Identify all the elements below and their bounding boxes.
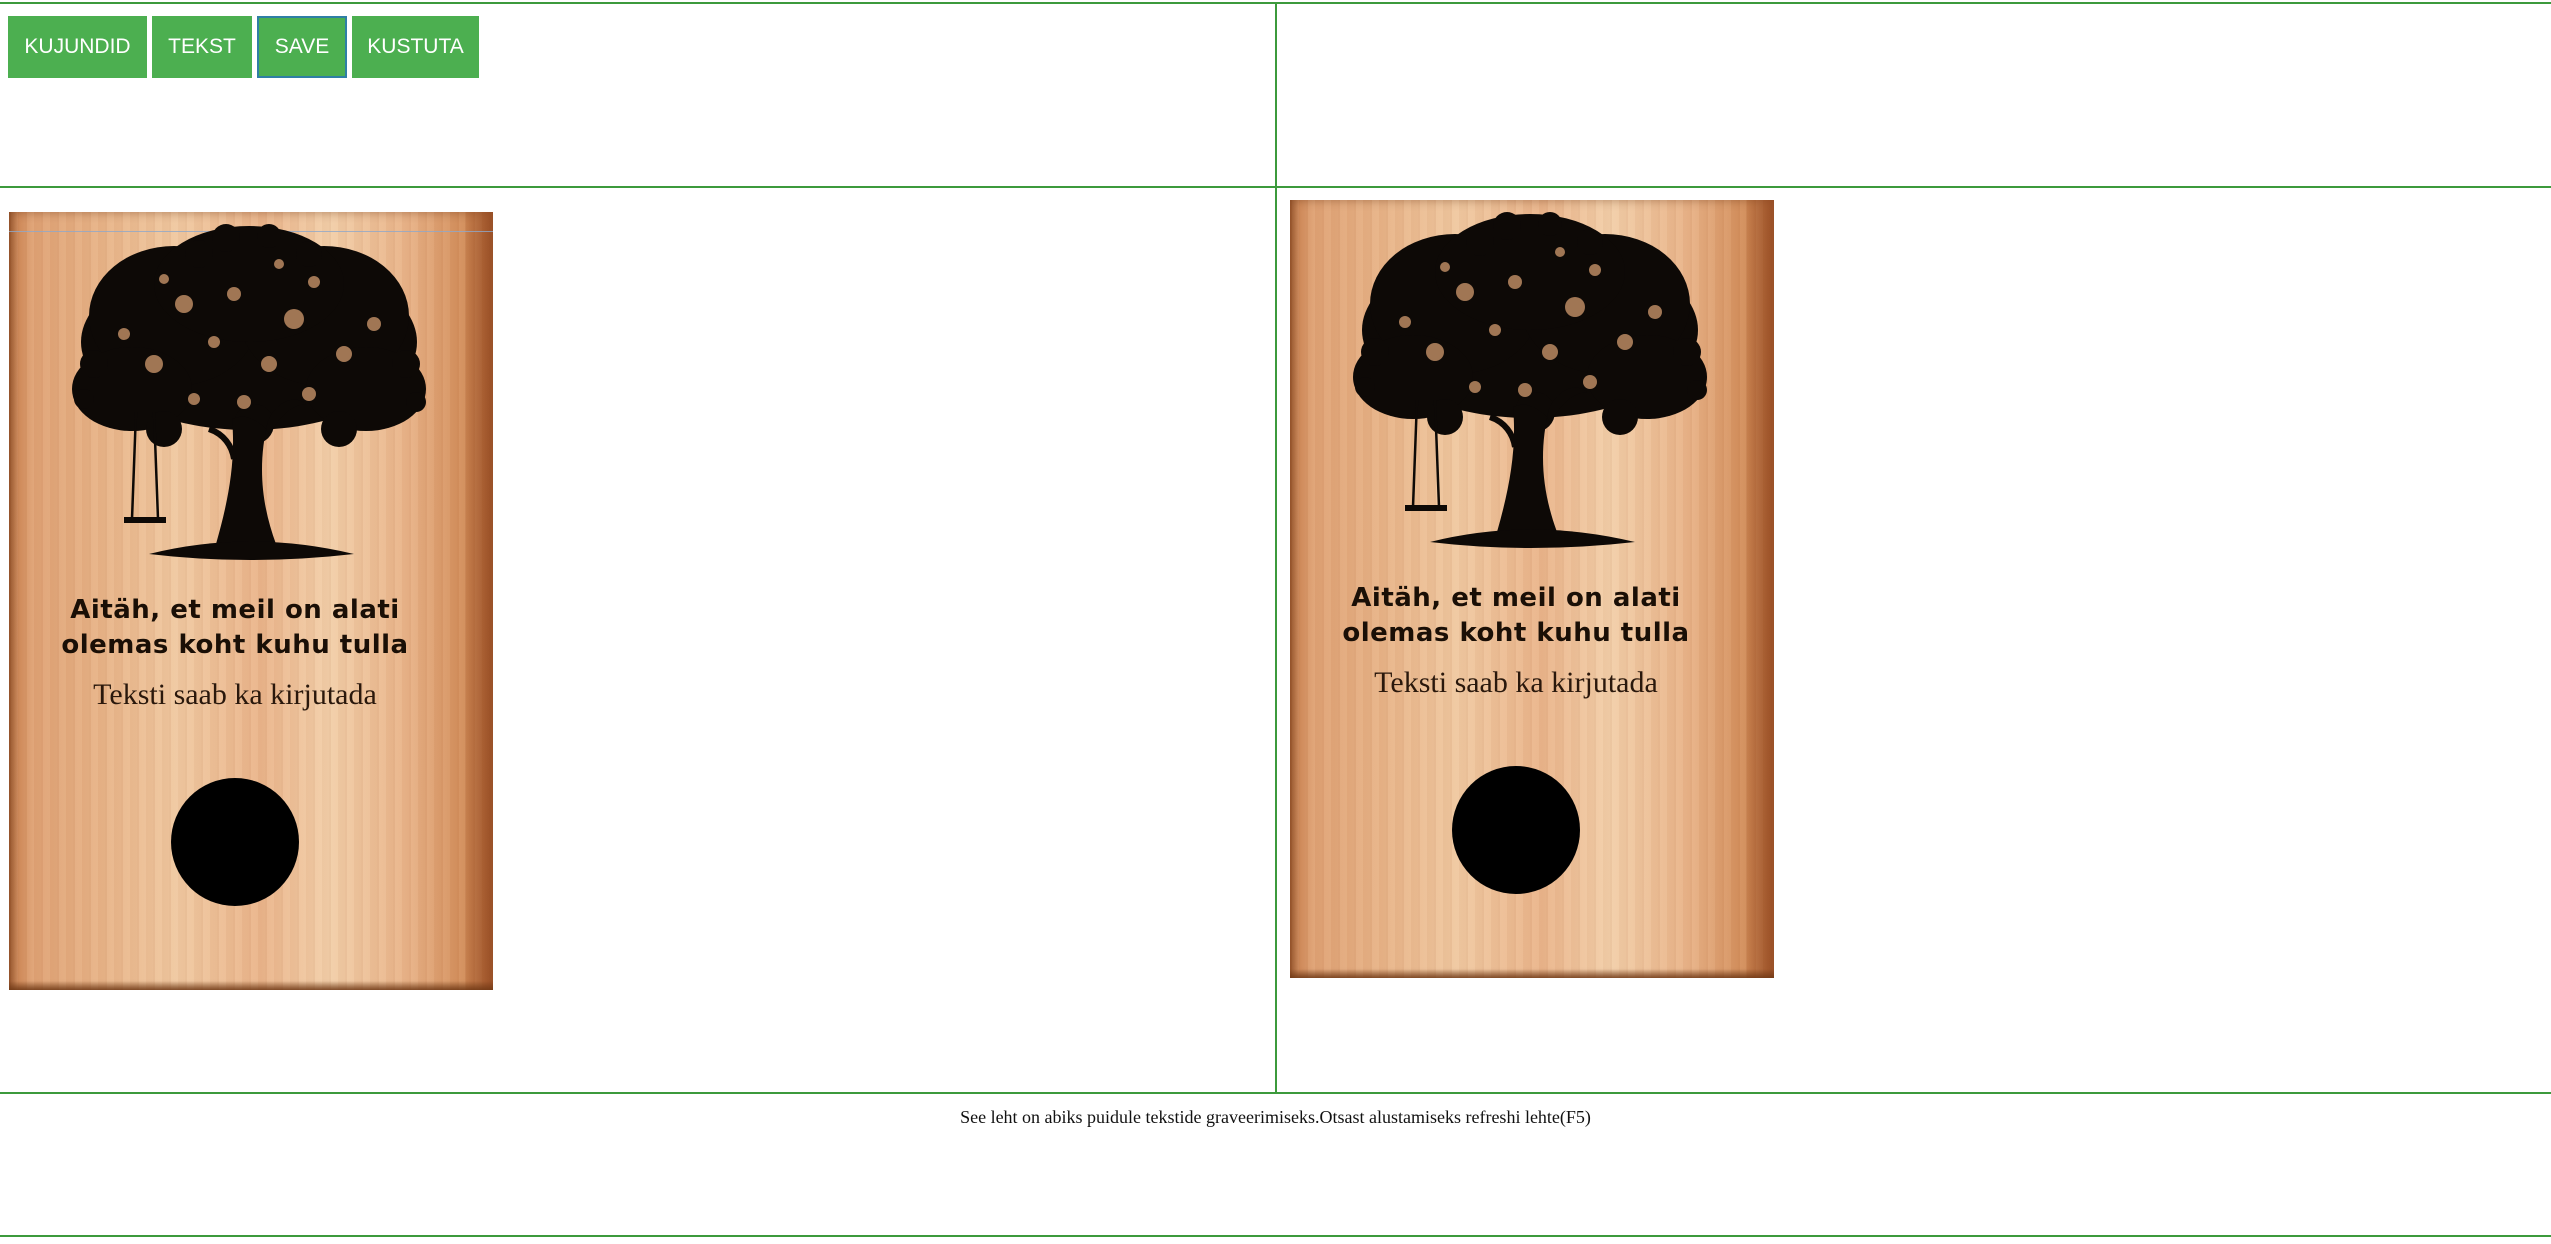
board-edge-right	[465, 212, 493, 990]
toolbar: KUJUNDID TEKST SAVE KUSTUTA	[8, 16, 479, 78]
editor-canvas[interactable]: Aitäh, et meil on alati olemas koht kuhu…	[9, 212, 493, 990]
tree-with-swing-icon	[1353, 212, 1707, 548]
save-button[interactable]: SAVE	[257, 16, 347, 78]
board-edge-bottom	[1290, 969, 1774, 978]
board-edge-bottom	[9, 981, 493, 990]
preview-canvas: Aitäh, et meil on alati olemas koht kuhu…	[1290, 200, 1774, 978]
engraving-custom-text[interactable]: Teksti saab ka kirjutada	[9, 678, 461, 712]
engraving-headline-line1[interactable]: Aitäh, et meil on alati	[9, 595, 461, 625]
preview-headline-line2: olemas koht kuhu tulla	[1342, 618, 1690, 648]
text-button[interactable]: TEKST	[152, 16, 252, 78]
column-divider	[1275, 2, 1277, 1093]
footer-info-text: See leht on abiks puidule tekstide grave…	[960, 1107, 1591, 1127]
shapes-button[interactable]: KUJUNDID	[8, 16, 147, 78]
tree-with-swing-icon[interactable]	[54, 224, 444, 566]
board-edge-right	[1746, 200, 1774, 978]
engraving-headline-line2[interactable]: olemas koht kuhu tulla	[9, 630, 461, 660]
bottom-border	[0, 1235, 2551, 1237]
preview-custom-text: Teksti saab ka kirjutada	[1374, 666, 1658, 699]
preview-circle-shape	[1452, 766, 1580, 894]
delete-button[interactable]: KUSTUTA	[352, 16, 479, 78]
circle-shape[interactable]	[171, 778, 299, 906]
preview-headline-line1: Aitäh, et meil on alati	[1351, 583, 1681, 613]
